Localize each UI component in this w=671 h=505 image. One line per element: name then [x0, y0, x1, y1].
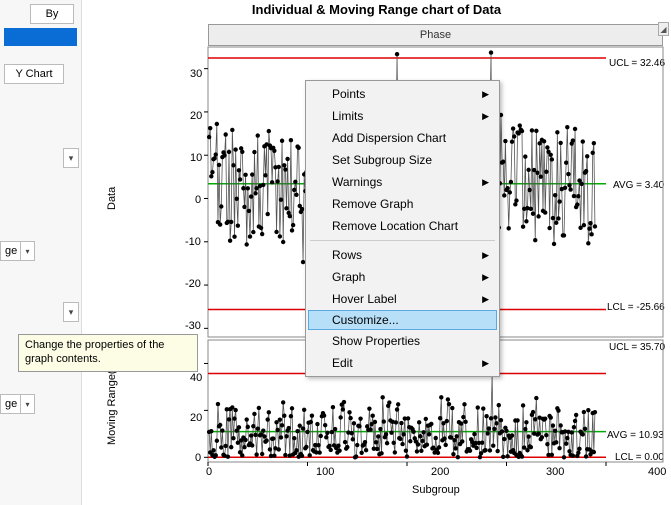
menu-item-limits[interactable]: Limits▶ [308, 105, 497, 127]
menu-item-edit[interactable]: Edit▶ [308, 352, 497, 374]
tooltip: Change the properties of the graph conte… [18, 334, 198, 372]
chevron-right-icon: ▶ [482, 89, 489, 100]
left-combo-1[interactable]: ge [0, 241, 21, 261]
menu-item-hover-label[interactable]: Hover Label▶ [308, 288, 497, 310]
menu-item-remove-graph[interactable]: Remove Graph [308, 193, 497, 215]
left-combo-2[interactable]: ge [0, 394, 21, 414]
chevron-right-icon: ▶ [482, 111, 489, 122]
chevron-right-icon: ▶ [482, 272, 489, 283]
menu-item-set-subgroup-size[interactable]: Set Subgroup Size [308, 149, 497, 171]
variable-slot-selected[interactable] [4, 28, 77, 46]
chevron-right-icon: ▶ [482, 250, 489, 261]
menu-item-warnings[interactable]: Warnings▶ [308, 171, 497, 193]
context-menu: Points▶Limits▶Add Dispersion ChartSet Su… [305, 80, 500, 377]
chevron-down-icon[interactable]: ▾ [21, 241, 35, 261]
menu-item-rows[interactable]: Rows▶ [308, 244, 497, 266]
menu-item-add-dispersion-chart[interactable]: Add Dispersion Chart [308, 127, 497, 149]
chevron-down-icon[interactable]: ▾ [21, 394, 35, 414]
left-dropdown-2[interactable]: ▾ [63, 302, 79, 322]
chevron-right-icon: ▶ [482, 294, 489, 305]
left-dropdown-1[interactable]: ▾ [63, 148, 79, 168]
menu-separator [310, 240, 495, 241]
yscale-button[interactable]: Y Chart [4, 64, 64, 84]
menu-item-points[interactable]: Points▶ [308, 83, 497, 105]
menu-item-show-properties[interactable]: Show Properties [308, 330, 497, 352]
menu-item-graph[interactable]: Graph▶ [308, 266, 497, 288]
menu-item-remove-location-chart[interactable]: Remove Location Chart [308, 215, 497, 237]
by-button[interactable]: By [30, 4, 74, 24]
menu-item-customize-[interactable]: Customize... [308, 310, 497, 330]
chevron-right-icon: ▶ [482, 177, 489, 188]
left-panel: By Y Chart ▾ ge ▾ ▾ ge ▾ [0, 0, 82, 505]
chevron-right-icon: ▶ [482, 358, 489, 369]
